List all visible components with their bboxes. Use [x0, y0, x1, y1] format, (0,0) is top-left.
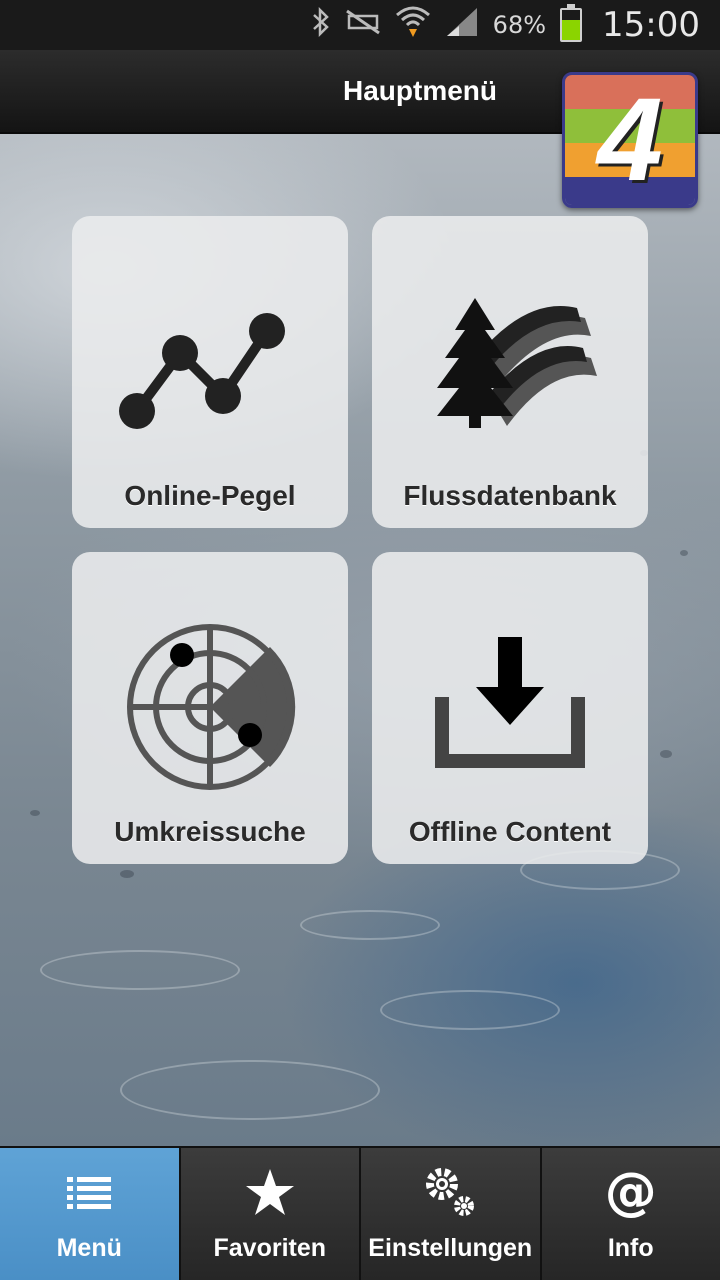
battery-icon	[560, 4, 583, 42]
ripple	[40, 950, 240, 990]
at-icon: @	[604, 1162, 657, 1222]
gears-icon	[422, 1164, 478, 1220]
wifi-icon	[395, 5, 431, 45]
tab-menu[interactable]: Menü	[0, 1148, 181, 1280]
tab-info[interactable]: @ Info	[541, 1148, 720, 1280]
tree-river-icon	[415, 276, 605, 466]
tab-einstellungen[interactable]: Einstellungen	[361, 1148, 542, 1280]
tab-label: Info	[607, 1234, 654, 1262]
tile-label: Umkreissuche	[114, 816, 306, 847]
tab-label: Menü	[56, 1234, 122, 1262]
page-title: Hauptmenü	[343, 75, 497, 106]
battery-percent: 68%	[492, 11, 547, 39]
list-icon	[67, 1164, 112, 1220]
download-icon	[415, 612, 605, 802]
line-chart-icon	[115, 276, 305, 466]
ripple	[300, 910, 440, 940]
status-bar: 68% 15:00	[0, 0, 720, 50]
app-logo[interactable]: 4	[562, 72, 698, 208]
battery-level	[562, 19, 581, 40]
status-clock: 15:00	[602, 5, 700, 45]
tile-label: Offline Content	[408, 816, 612, 847]
raindrop	[30, 810, 40, 816]
mute-icon	[345, 7, 381, 43]
raindrop	[120, 870, 134, 878]
offline-content-tile[interactable]: Offline Content	[372, 552, 648, 864]
tab-label: Favoriten	[213, 1234, 327, 1262]
tile-label: Flussdatenbank	[403, 480, 617, 511]
ripple	[120, 1060, 380, 1120]
tile-label: Online-Pegel	[124, 480, 296, 511]
raindrop	[660, 750, 672, 758]
star-icon	[244, 1164, 296, 1220]
bottom-tab-bar: Menü Favoriten Einstellungen @ Info	[0, 1146, 720, 1280]
flussdatenbank-tile[interactable]: Flussdatenbank	[372, 216, 648, 528]
logo-digit: 4	[597, 74, 663, 206]
bluetooth-icon	[311, 6, 331, 43]
radar-icon	[115, 612, 305, 802]
ripple	[380, 990, 560, 1030]
tab-label: Einstellungen	[368, 1234, 533, 1262]
signal-icon	[445, 6, 479, 44]
raindrop	[680, 550, 688, 556]
tab-favoriten[interactable]: Favoriten	[180, 1148, 361, 1280]
online-pegel-tile[interactable]: Online-Pegel	[72, 216, 348, 528]
umkreissuche-tile[interactable]: Umkreissuche	[72, 552, 348, 864]
